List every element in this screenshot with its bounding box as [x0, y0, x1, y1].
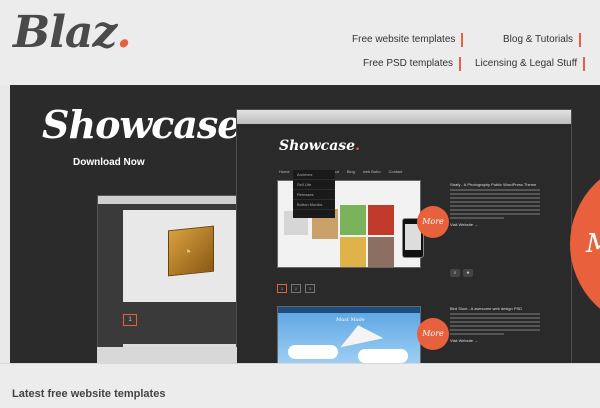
template-heading: Bird Sloot - A awesome web design PSD	[450, 306, 523, 311]
browser-bottom-strip	[97, 347, 237, 363]
showcase-title: Showcase.	[42, 102, 254, 147]
showcase-banner: Showcase. Download Now ◔ 1 Showcase. Hom…	[10, 85, 600, 363]
thumb-photo	[340, 205, 366, 235]
inner-nav-item[interactable]: Blog	[347, 169, 355, 174]
device-toolbar	[98, 196, 248, 204]
inner-pagination: 123	[277, 277, 319, 295]
dropdown-item[interactable]: Releases	[293, 190, 335, 200]
inner-title-text: Showcase	[279, 138, 356, 154]
inner-dropdown-menu: Archives Sell Life Releases Button Monki…	[293, 170, 335, 218]
nav-blog-tutorials[interactable]: Blog & Tutorials	[503, 33, 582, 47]
text-line	[450, 189, 540, 191]
latest-heading: Latest free website templates	[12, 388, 166, 400]
text-line	[450, 321, 540, 323]
mini-pagination[interactable]: 1	[123, 314, 137, 326]
preview-screen: ◔	[123, 210, 243, 302]
template-heading: Strafy - A Photography Public WordPress …	[450, 182, 537, 187]
template-description-1: Strafy - A Photography Public WordPress …	[450, 182, 540, 227]
cloud-shape	[358, 349, 408, 363]
text-line	[450, 213, 540, 215]
dropdown-item[interactable]: Sell Life	[293, 180, 335, 190]
template-description-2: Bird Sloot - A awesome web design PSD Vi…	[450, 306, 540, 343]
nav-free-psd-templates[interactable]: Free PSD templates	[363, 57, 462, 71]
text-line	[450, 193, 540, 195]
browser-toolbar	[237, 110, 571, 124]
rss-box-icon: ◔	[168, 225, 214, 277]
download-now-link[interactable]: Download Now	[73, 157, 145, 168]
thumb-photo	[368, 237, 394, 267]
cloud-shape	[288, 345, 338, 359]
visit-website-link[interactable]: Visit Website →	[450, 338, 540, 343]
header: Blaz. Free website templates Blog & Tuto…	[0, 0, 600, 85]
inner-nav-item[interactable]: Home	[279, 169, 290, 174]
search-icon[interactable]: ⌕	[450, 269, 460, 277]
inner-nav: HomePhotographyAboutBlogweb BoboContact	[279, 160, 410, 174]
text-line	[450, 201, 540, 203]
top-nav: Free website templates Blog & Tutorials …	[0, 0, 600, 85]
inner-nav-item[interactable]: web Bobo	[363, 169, 381, 174]
browser-preview: Showcase. HomePhotographyAboutBlogweb Bo…	[236, 109, 572, 363]
preview-device-back: ◔ 1	[97, 195, 249, 363]
inner-nav-item[interactable]: Contact	[389, 169, 403, 174]
paper-plane-icon	[336, 320, 384, 348]
more-button[interactable]: More	[417, 318, 449, 350]
text-line	[450, 209, 540, 211]
text-line	[450, 217, 504, 219]
nav-free-website-templates[interactable]: Free website templates	[352, 33, 464, 47]
text-line	[450, 317, 540, 319]
latest-section: Latest free website templates	[0, 363, 600, 408]
template-screenshot-2[interactable]: Must Made	[277, 306, 421, 363]
visit-website-link[interactable]: Visit Website →	[450, 222, 540, 227]
thumb-photo	[368, 205, 394, 235]
text-line	[450, 333, 504, 335]
big-more-button[interactable]: More	[570, 159, 600, 329]
page-button[interactable]: 2	[291, 284, 301, 293]
screenshot-nav-bar	[278, 307, 420, 313]
nav-licensing-legal[interactable]: Licensing & Legal Stuff	[475, 57, 586, 71]
inner-showcase-title: Showcase.	[279, 138, 360, 154]
dropdown-item[interactable]: Button Monkis	[293, 200, 335, 210]
inner-title-dot: .	[355, 138, 360, 154]
screenshot-logo: Must Made	[336, 317, 365, 323]
text-line	[450, 205, 540, 207]
comment-icon[interactable]: ●	[463, 269, 473, 277]
more-button[interactable]: More	[417, 206, 449, 238]
thumb-photo	[340, 237, 366, 267]
showcase-title-text: Showcase	[42, 102, 241, 147]
text-line	[450, 197, 540, 199]
dropdown-item[interactable]: Archives	[293, 170, 335, 180]
text-line	[450, 313, 540, 315]
text-line	[450, 329, 540, 331]
rss-icon: ◔	[183, 242, 192, 260]
template-icons: ⌕ ●	[450, 261, 476, 279]
page-button[interactable]: 1	[277, 284, 287, 293]
text-line	[450, 325, 540, 327]
page-button[interactable]: 3	[305, 284, 315, 293]
